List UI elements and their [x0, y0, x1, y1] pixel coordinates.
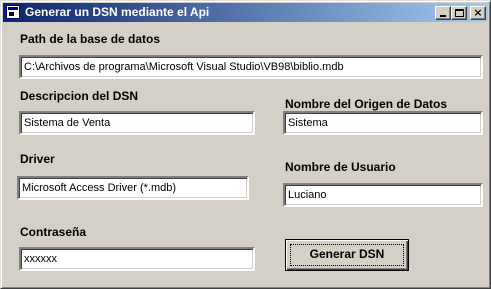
generar-dsn-button[interactable]: Generar DSN [285, 239, 409, 271]
usuario-input[interactable]: Luciano [283, 183, 483, 207]
app-icon[interactable] [6, 5, 20, 19]
driver-label: Driver [20, 152, 55, 166]
path-input[interactable]: C:\Archivos de programa\Microsoft Visual… [19, 55, 483, 79]
main-window: Generar un DSN mediante el Api × Path de… [0, 0, 491, 289]
minimize-icon [440, 15, 446, 17]
maximize-icon [455, 9, 464, 17]
origen-label: Nombre del Origen de Datos [285, 97, 448, 111]
driver-input[interactable]: Microsoft Access Driver (*.mdb) [17, 176, 249, 200]
descripcion-input[interactable]: Sistema de Venta [19, 111, 255, 135]
descripcion-label: Descripcion del DSN [20, 89, 139, 103]
maximize-button[interactable] [451, 6, 467, 20]
origen-input[interactable]: Sistema [283, 111, 483, 135]
password-input[interactable]: xxxxxx [19, 247, 255, 271]
close-button[interactable]: × [470, 6, 486, 20]
usuario-label: Nombre de Usuario [285, 160, 396, 174]
title-bar[interactable]: Generar un DSN mediante el Api × [3, 3, 488, 22]
password-label: Contraseña [20, 225, 87, 239]
window-title: Generar un DSN mediante el Api [25, 5, 210, 19]
minimize-button[interactable] [435, 6, 451, 20]
path-label: Path de la base de datos [20, 32, 161, 46]
close-icon: × [473, 6, 483, 19]
generar-dsn-label: Generar DSN [309, 247, 385, 261]
